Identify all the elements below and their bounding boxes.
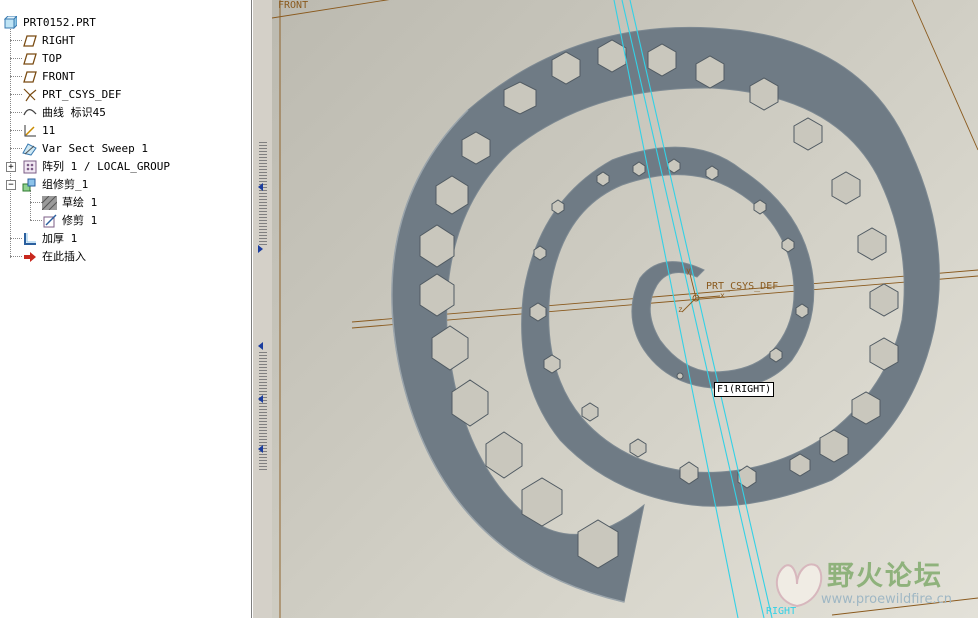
trim-icon xyxy=(42,214,57,228)
tree-item-label: 曲线 标识45 xyxy=(42,106,106,119)
spiral-part[interactable] xyxy=(391,26,940,603)
expand-pattern-button[interactable]: + xyxy=(6,162,16,172)
tree-connector xyxy=(10,26,11,258)
tree-connector xyxy=(10,58,22,59)
tree-item-sweep[interactable]: Var Sect Sweep 1 xyxy=(22,140,149,157)
tree-item-curve[interactable]: 曲线 标识45 xyxy=(22,104,107,121)
tree-item-label: PRT0152.PRT xyxy=(23,16,96,29)
curve-icon xyxy=(22,106,37,120)
tree-item-part[interactable]: PRT0152.PRT xyxy=(3,14,97,31)
tree-item-label: 修剪 1 xyxy=(62,214,98,227)
tree-item-group-trim[interactable]: 组修剪_1 xyxy=(22,176,89,193)
datum-graph-icon xyxy=(22,124,37,138)
csys-label: PRT_CSYS_DEF xyxy=(706,281,779,292)
butterfly-logo-icon xyxy=(776,563,823,608)
sketch-icon xyxy=(42,195,57,210)
collapse-left-arrow-icon[interactable] xyxy=(258,395,263,403)
spiral-body[interactable] xyxy=(391,26,940,603)
sweep-icon xyxy=(22,142,37,156)
tree-item-insert-here[interactable]: 在此插入 xyxy=(22,248,87,265)
pattern-icon xyxy=(22,160,37,174)
tree-item-label: FRONT xyxy=(42,70,76,83)
insert-here-icon xyxy=(22,250,37,264)
collapse-left-arrow-icon[interactable] xyxy=(258,342,263,350)
tree-connector xyxy=(10,40,22,41)
tree-item-label: 阵列 1 / LOCAL_GROUP xyxy=(42,160,170,173)
collapse-group-button[interactable]: − xyxy=(6,180,16,190)
tree-connector xyxy=(30,220,42,221)
panel-splitter[interactable] xyxy=(252,0,273,618)
tree-item-top[interactable]: TOP xyxy=(22,50,63,67)
tree-item-label: 在此插入 xyxy=(42,250,86,263)
tree-connector xyxy=(10,238,22,239)
tree-item-csys[interactable]: PRT_CSYS_DEF xyxy=(22,86,122,103)
watermark-url: www.proewildfire.cn xyxy=(821,592,952,607)
datum-plane-icon xyxy=(22,52,37,66)
datum-plane-icon xyxy=(22,34,37,48)
tree-item-label: 组修剪_1 xyxy=(42,178,89,191)
splitter-grip[interactable] xyxy=(259,140,267,245)
tree-item-label: 11 xyxy=(42,124,56,137)
tree-item-front[interactable]: FRONT xyxy=(22,68,76,85)
tree-item-trim[interactable]: 修剪 1 xyxy=(42,212,98,229)
front-plane-label: FRONT xyxy=(278,0,309,11)
tree-item-label: RIGHT xyxy=(42,34,76,47)
tree-item-label: 草绘 1 xyxy=(62,196,98,209)
tree-item-label: Var Sect Sweep 1 xyxy=(42,142,148,155)
forum-watermark: 野火论坛 www.proewildfire.cn xyxy=(767,552,977,618)
tree-connector xyxy=(10,76,22,77)
tree-connector xyxy=(10,148,22,149)
watermark-title: 野火论坛 xyxy=(827,561,943,592)
tree-item-pattern[interactable]: 阵列 1 / LOCAL_GROUP xyxy=(22,158,171,175)
tree-item-sketch[interactable]: 草绘 1 xyxy=(42,194,98,211)
collapse-left-arrow-icon[interactable] xyxy=(258,183,263,191)
group-icon xyxy=(22,178,37,192)
graphics-viewport[interactable]: FRONT PRT_CSYS_DEF x y z F1(RIGHT) RIGHT… xyxy=(272,0,978,618)
axis-x-label: x xyxy=(720,291,725,300)
thicken-icon xyxy=(22,232,37,246)
right-plane-tag[interactable]: F1(RIGHT) xyxy=(714,382,775,397)
tree-connector xyxy=(10,112,22,113)
tree-connector xyxy=(30,202,42,203)
tree-connector xyxy=(10,94,22,95)
axis-z-label: z xyxy=(678,305,683,314)
model-view[interactable] xyxy=(272,0,978,618)
tree-item-graph[interactable]: 11 xyxy=(22,122,56,139)
tree-connector xyxy=(30,190,31,220)
part-icon xyxy=(3,16,18,30)
model-tree: + − PRT0152.PRT RIGHT TOP FRONT PRT_CSYS… xyxy=(0,0,252,618)
tree-item-label: 加厚 1 xyxy=(42,232,78,245)
tree-connector xyxy=(10,256,22,257)
expand-right-arrow-icon[interactable] xyxy=(258,245,263,253)
csys-icon xyxy=(22,88,37,102)
tree-item-right[interactable]: RIGHT xyxy=(22,32,76,49)
tree-connector xyxy=(10,130,22,131)
axis-y-label: y xyxy=(686,266,691,275)
collapse-left-arrow-icon[interactable] xyxy=(258,445,263,453)
tree-item-label: PRT_CSYS_DEF xyxy=(42,88,122,101)
datum-plane-icon xyxy=(22,70,37,84)
tree-item-thicken[interactable]: 加厚 1 xyxy=(22,230,78,247)
tree-item-label: TOP xyxy=(42,52,62,65)
